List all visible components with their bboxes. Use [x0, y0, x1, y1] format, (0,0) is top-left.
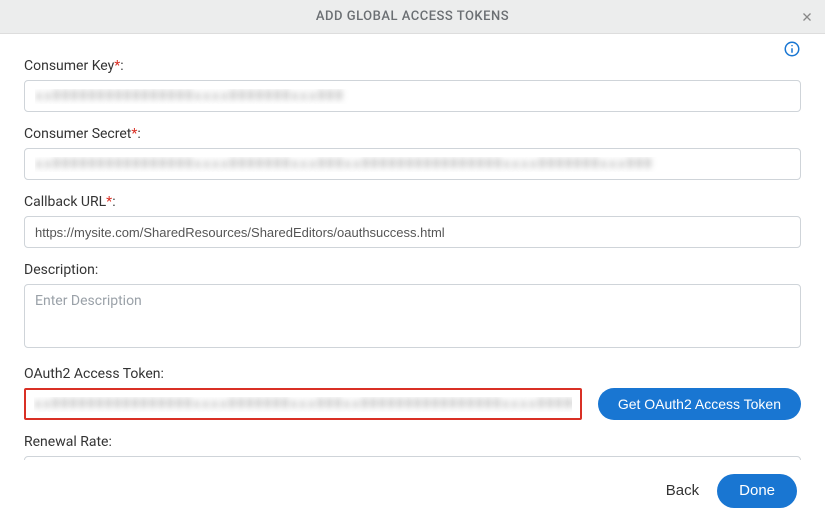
field-consumer-key: Consumer Key*:	[24, 58, 801, 112]
oauth-token-input[interactable]	[24, 388, 582, 420]
back-button[interactable]: Back	[666, 482, 699, 499]
label-text: Callback URL	[24, 194, 106, 210]
oauth-row: Get OAuth2 Access Token	[24, 388, 801, 420]
consumer-secret-label: Consumer Secret*:	[24, 126, 801, 142]
info-icon[interactable]	[783, 40, 801, 58]
dialog-title: ADD GLOBAL ACCESS TOKENS	[316, 9, 509, 24]
get-oauth-button[interactable]: Get OAuth2 Access Token	[598, 388, 801, 420]
consumer-secret-input[interactable]	[24, 148, 801, 180]
form-body: Consumer Key*: Consumer Secret*: Callbac…	[0, 58, 825, 468]
field-oauth-token: OAuth2 Access Token: Get OAuth2 Access T…	[24, 366, 801, 420]
dialog-footer: Back Done	[0, 460, 825, 520]
close-icon[interactable]	[799, 9, 815, 25]
label-text: Consumer Key	[24, 58, 114, 74]
description-textarea[interactable]	[24, 284, 801, 348]
label-text: Consumer Secret	[24, 126, 131, 142]
oauth-token-label: OAuth2 Access Token:	[24, 366, 801, 382]
required-asterisk: *	[131, 126, 137, 142]
field-consumer-secret: Consumer Secret*:	[24, 126, 801, 180]
consumer-key-input[interactable]	[24, 80, 801, 112]
field-description: Description:	[24, 262, 801, 352]
required-asterisk: *	[106, 194, 112, 210]
info-row	[0, 34, 825, 58]
oauth-input-wrap	[24, 388, 582, 420]
description-label: Description:	[24, 262, 801, 278]
done-button[interactable]: Done	[717, 474, 797, 508]
dialog-header: ADD GLOBAL ACCESS TOKENS	[0, 0, 825, 34]
renewal-rate-label: Renewal Rate:	[24, 434, 801, 450]
callback-url-label: Callback URL*:	[24, 194, 801, 210]
field-callback-url: Callback URL*:	[24, 194, 801, 248]
callback-url-input[interactable]	[24, 216, 801, 248]
consumer-key-label: Consumer Key*:	[24, 58, 801, 74]
required-asterisk: *	[114, 58, 120, 74]
